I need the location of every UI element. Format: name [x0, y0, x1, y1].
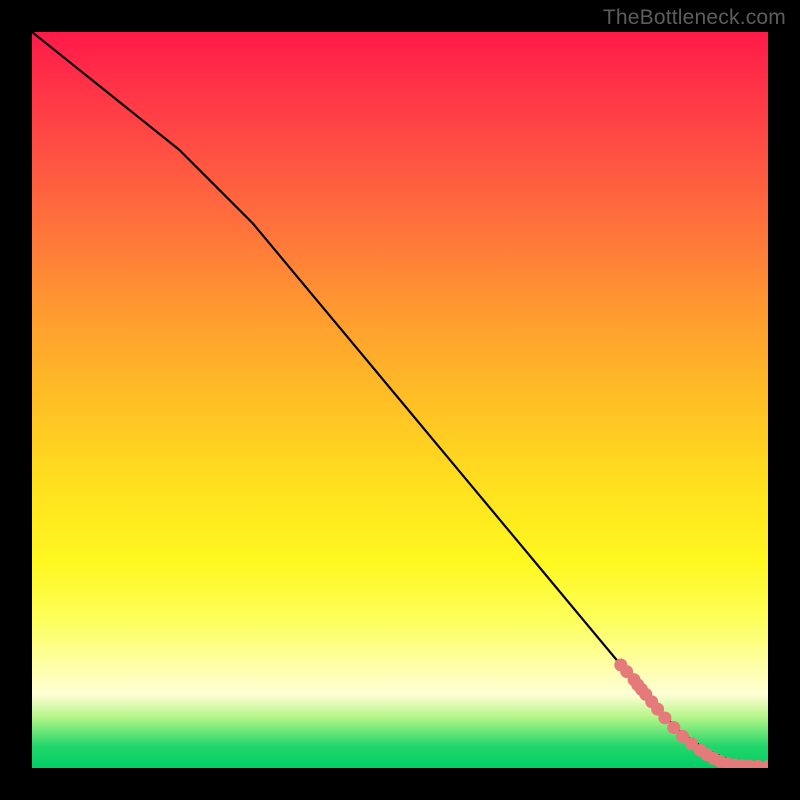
curve-line: [32, 32, 768, 767]
plot-area: [32, 32, 768, 768]
data-point: [658, 711, 671, 724]
watermark-text: TheBottleneck.com: [603, 6, 786, 30]
data-point: [762, 760, 769, 768]
chart-frame: TheBottleneck.com: [0, 0, 800, 800]
chart-overlay: [32, 32, 768, 768]
